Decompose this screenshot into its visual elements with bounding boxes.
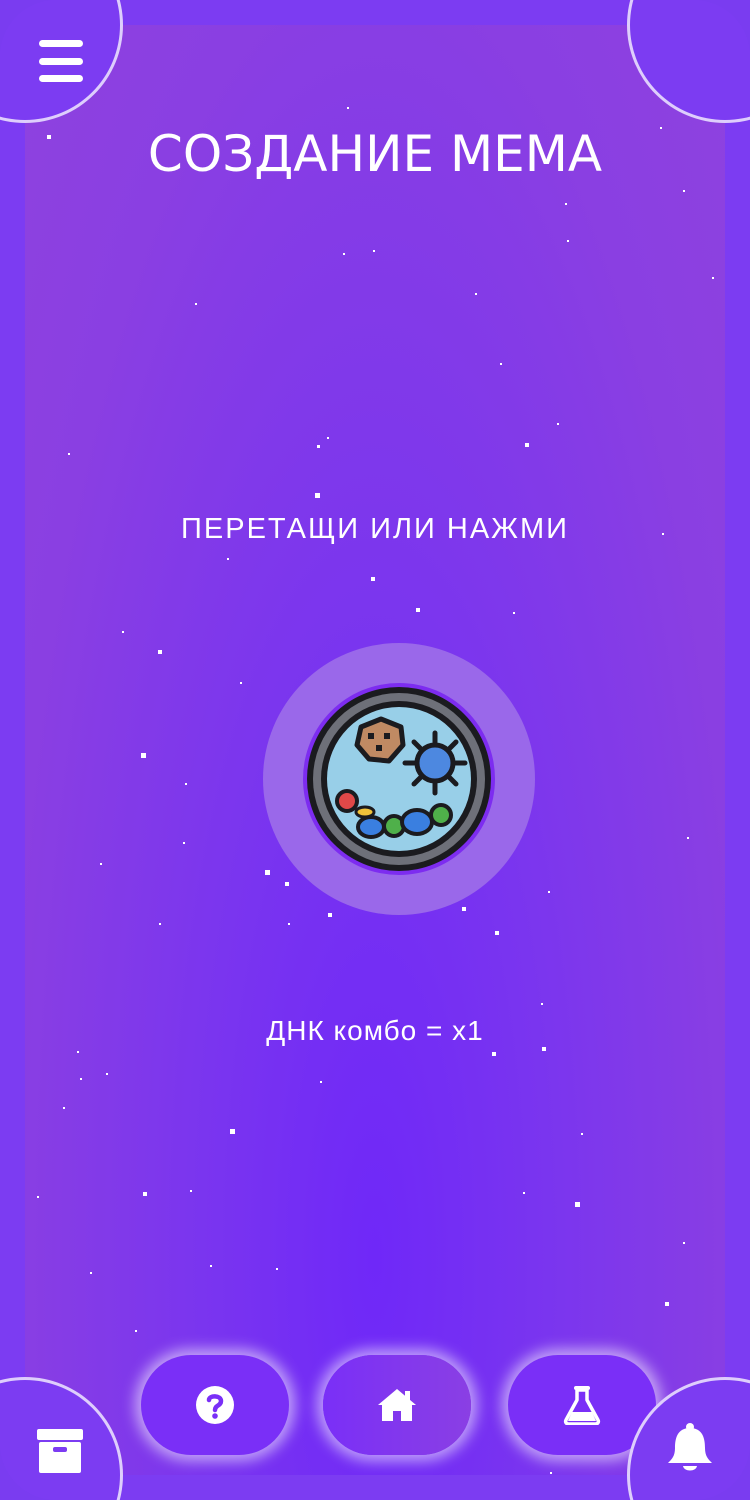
star [328, 913, 332, 917]
star [565, 203, 567, 205]
star [240, 682, 242, 684]
star [37, 1196, 39, 1198]
star [100, 863, 102, 865]
star [683, 190, 685, 192]
bell-icon[interactable] [664, 1422, 716, 1474]
star [195, 303, 197, 305]
home-icon [378, 1389, 416, 1421]
star [158, 650, 162, 654]
home-button[interactable] [323, 1355, 471, 1455]
star [347, 107, 349, 109]
page-title: СОЗДАНИЕ МЕМА [147, 125, 603, 183]
star [557, 423, 559, 425]
star [190, 1190, 192, 1192]
star [159, 923, 161, 925]
star [541, 1003, 543, 1005]
drag-or-tap-hint: ПЕРЕТАЩИ ИЛИ НАЖМИ [181, 513, 569, 545]
star [475, 293, 477, 295]
game-screen: СОЗДАНИЕ МЕМА ПЕРЕТАЩИ ИЛИ НАЖМИ ДНК ком… [25, 25, 725, 1475]
star [683, 1242, 685, 1244]
star [462, 907, 466, 911]
star [523, 1192, 525, 1194]
star [373, 250, 375, 252]
star [185, 783, 187, 785]
question-circle-icon [196, 1386, 234, 1424]
archive-box-icon[interactable] [36, 1428, 84, 1474]
star [143, 1192, 147, 1196]
star [315, 493, 320, 498]
star [712, 277, 714, 279]
star [513, 612, 515, 614]
star [575, 1202, 580, 1207]
star [495, 931, 499, 935]
star [320, 1081, 322, 1083]
star [288, 923, 290, 925]
help-button[interactable] [141, 1355, 289, 1455]
star [210, 1265, 212, 1267]
star [68, 453, 70, 455]
star [500, 363, 502, 365]
star [63, 1107, 65, 1109]
flask-icon [563, 1386, 601, 1425]
dna-combo-label: ДНК комбо = x1 [266, 1015, 484, 1046]
hamburger-menu-icon[interactable] [38, 40, 84, 82]
star [265, 870, 270, 875]
star [343, 253, 345, 255]
star [135, 1330, 137, 1332]
petri-dish-bacteria-icon [303, 683, 495, 875]
star [276, 1268, 278, 1270]
star [416, 608, 420, 612]
grid-icon[interactable] [660, 36, 708, 78]
star [141, 753, 146, 758]
star [183, 842, 185, 844]
star [567, 240, 569, 242]
meme-create-button[interactable] [263, 643, 535, 915]
star [77, 1051, 79, 1053]
star [687, 837, 689, 839]
star [492, 1052, 496, 1056]
star [227, 558, 229, 560]
star [80, 1078, 82, 1080]
app-frame: СОЗДАНИЕ МЕМА ПЕРЕТАЩИ ИЛИ НАЖМИ ДНК ком… [0, 0, 750, 1500]
star [106, 1073, 108, 1075]
star [581, 1133, 583, 1135]
star [285, 882, 289, 886]
star [525, 443, 529, 447]
star [548, 891, 550, 893]
star [665, 1302, 669, 1306]
star [550, 1472, 552, 1474]
star [327, 437, 329, 439]
star [371, 577, 375, 581]
star [122, 631, 124, 633]
star [317, 445, 320, 448]
star [230, 1129, 235, 1134]
star [542, 1047, 546, 1051]
star [90, 1272, 92, 1274]
